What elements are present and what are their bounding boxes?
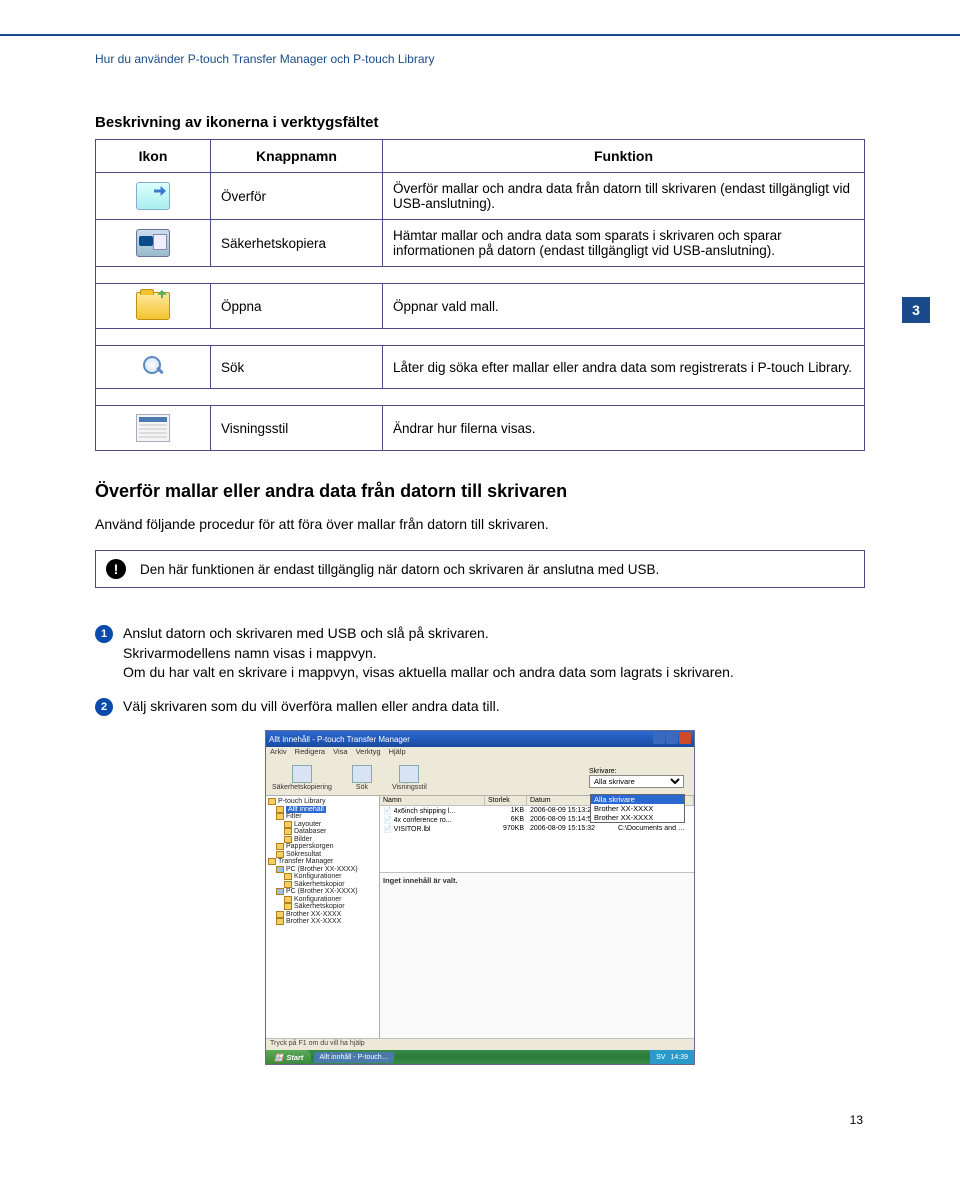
toolbar-search-button[interactable]: Sök [352, 765, 372, 791]
step-2: 2 Välj skrivaren som du vill överföra ma… [95, 697, 865, 717]
section-heading: Överför mallar eller andra data från dat… [95, 481, 865, 502]
table-row: Sök Låter dig söka efter mallar eller an… [96, 346, 865, 389]
th-function: Funktion [383, 140, 865, 173]
table-row: Öppna Öppnar vald mall. [96, 284, 865, 329]
toolbar-viewstyle-button[interactable]: Visningsstil [392, 765, 427, 791]
app-screenshot: Allt innehåll - P-touch Transfer Manager… [265, 730, 695, 1065]
printer-dropdown-list[interactable]: Alla skrivare Brother XX-XXXX Brother XX… [590, 794, 685, 823]
th-icon: Ikon [96, 140, 211, 173]
note-box: ! Den här funktionen är endast tillgängl… [95, 550, 865, 588]
printer-select[interactable]: Alla skrivare [589, 775, 684, 788]
printer-label: Skrivare: [589, 768, 684, 775]
section-body-text: Använd följande procedur för att föra öv… [95, 516, 865, 532]
open-folder-icon [136, 292, 170, 320]
note-text: Den här funktionen är endast tillgänglig… [140, 562, 659, 577]
start-button[interactable]: 🪟 Start [266, 1050, 311, 1064]
app-toolbar: Säkerhetskopiering Sök Visningsstil Skri… [266, 760, 694, 796]
step-number-icon: 1 [95, 625, 113, 643]
view-style-icon [136, 414, 170, 442]
step-number-icon: 2 [95, 698, 113, 716]
icon-description-table: Ikon Knappnamn Funktion Överför Överför … [95, 139, 865, 451]
table-row: Säkerhetskopiera Hämtar mallar och andra… [96, 220, 865, 267]
system-tray[interactable]: SV 14:39 [650, 1050, 694, 1064]
chapter-tab: 3 [902, 297, 930, 323]
search-icon [140, 354, 166, 380]
taskbar-button[interactable]: Allt innhåll - P-touch… [314, 1052, 393, 1063]
window-controls[interactable] [652, 732, 691, 746]
window-titlebar: Allt innehåll - P-touch Transfer Manager [266, 731, 694, 747]
folder-tree[interactable]: P-touch LibraryAllt innehållFilterLayout… [266, 796, 380, 1050]
backup-icon [136, 229, 170, 257]
step-1: 1 Anslut datorn och skrivaren med USB oc… [95, 624, 865, 683]
breadcrumb: Hur du använder P-touch Transfer Manager… [95, 52, 865, 66]
important-icon: ! [106, 559, 126, 579]
window-title: Allt innehåll - P-touch Transfer Manager [269, 735, 410, 744]
preview-pane: Inget innehåll är valt. [380, 872, 694, 1050]
toolbar-backup-button[interactable]: Säkerhetskopiering [272, 765, 332, 791]
transfer-icon [136, 182, 170, 210]
taskbar[interactable]: 🪟 Start Allt innhåll - P-touch… SV 14:39 [266, 1050, 694, 1064]
th-name: Knappnamn [211, 140, 383, 173]
status-bar: Tryck på F1 om du vill ha hjälp [266, 1038, 694, 1050]
table-row: Överför Överför mallar och andra data fr… [96, 173, 865, 220]
table-row: Visningsstil Ändrar hur filerna visas. [96, 406, 865, 451]
menu-bar[interactable]: Arkiv Redigera Visa Verktyg Hjälp [266, 747, 694, 760]
table-caption: Beskrivning av ikonerna i verktygsfältet [95, 114, 865, 131]
page-number: 13 [95, 1113, 865, 1127]
